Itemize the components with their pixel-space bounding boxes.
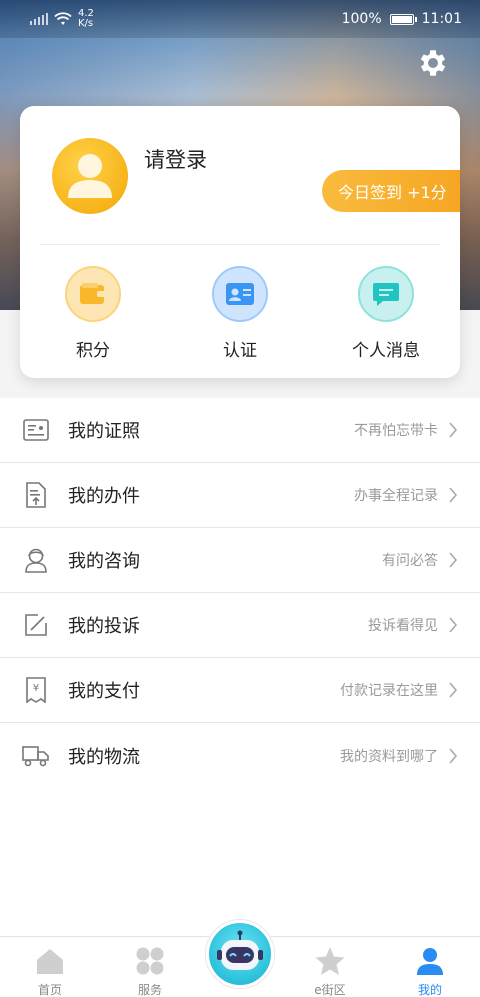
speed-unit: K/s: [78, 18, 94, 29]
divider: [40, 244, 440, 245]
user-icon: [400, 945, 460, 977]
quick-action-verify[interactable]: 认证: [180, 266, 300, 361]
user-avatar-icon: [68, 154, 112, 198]
star-icon: [300, 945, 360, 977]
menu-label: 我的物流: [68, 746, 140, 768]
home-icon: [20, 945, 80, 977]
nav-mine[interactable]: 我的: [400, 945, 460, 997]
robot-assistant-button[interactable]: [206, 920, 274, 988]
menu-list: 我的证照 不再怕忘带卡 我的办件 办事全程记录 我的咨询 有问必答 我的投诉 投…: [0, 398, 480, 788]
menu-item-complaint[interactable]: 我的投诉 投诉看得见: [0, 593, 480, 658]
nav-home[interactable]: 首页: [20, 945, 80, 997]
menu-hint: 不再怕忘带卡: [354, 423, 438, 439]
quick-action-messages[interactable]: 个人消息: [326, 266, 446, 361]
avatar[interactable]: [52, 138, 128, 214]
message-icon: [358, 266, 414, 322]
menu-item-consult[interactable]: 我的咨询 有问必答: [0, 528, 480, 593]
menu-hint: 我的资料到哪了: [340, 748, 438, 765]
menu-hint: 付款记录在这里: [340, 683, 438, 699]
signal-icon: [30, 13, 48, 25]
chevron-right-icon: [449, 682, 458, 698]
nav-services[interactable]: 服务: [120, 945, 180, 997]
menu-label: 我的办件: [68, 486, 140, 507]
quick-action-label: 积分: [76, 341, 110, 361]
chevron-right-icon: [449, 422, 458, 438]
menu-item-logistics[interactable]: 我的物流 我的资料到哪了: [0, 723, 480, 788]
chevron-right-icon: [449, 552, 458, 568]
truck-icon: [22, 742, 50, 770]
content-fill: [0, 788, 480, 936]
payment-icon: ¥: [22, 676, 50, 704]
menu-label: 我的证照: [68, 421, 140, 442]
id-card-icon: [212, 266, 268, 322]
gear-icon[interactable]: [416, 46, 450, 80]
battery-percent: 100%: [341, 11, 382, 27]
status-right: 100% 11:01: [342, 11, 462, 27]
menu-label: 我的投诉: [68, 616, 140, 637]
checkin-button[interactable]: 今日签到 +1分: [322, 170, 460, 212]
quick-action-label: 认证: [223, 341, 257, 361]
chevron-right-icon: [449, 487, 458, 503]
license-icon: [22, 416, 50, 444]
chevron-right-icon: [449, 747, 458, 764]
network-speed: 4.2 K/s: [78, 9, 94, 29]
nav-label: 首页: [37, 983, 62, 997]
profile-card: 请登录 今日签到 +1分 积分 认证 个人消息: [20, 106, 460, 378]
nav-label: 服务: [137, 983, 162, 997]
chevron-right-icon: [449, 617, 458, 633]
menu-item-cases[interactable]: 我的办件 办事全程记录: [0, 463, 480, 528]
svg-text:¥: ¥: [33, 683, 39, 694]
menu-item-license[interactable]: 我的证照 不再怕忘带卡: [0, 398, 480, 463]
quick-action-label: 个人消息: [352, 341, 420, 361]
services-icon: [120, 945, 180, 977]
nav-label: 我的: [417, 983, 442, 997]
edit-icon: [22, 611, 50, 639]
login-prompt[interactable]: 请登录: [144, 144, 207, 174]
nav-estreet[interactable]: e街区: [300, 945, 360, 997]
menu-hint: 投诉看得见: [368, 618, 438, 634]
robot-icon: [217, 930, 263, 970]
menu-item-payment[interactable]: ¥ 我的支付 付款记录在这里: [0, 658, 480, 723]
battery-icon: [389, 13, 417, 25]
menu-label: 我的咨询: [68, 551, 140, 572]
status-left: 4.2 K/s: [30, 9, 94, 29]
consult-icon: [22, 546, 50, 574]
menu-hint: 办事全程记录: [354, 488, 438, 504]
clock: 11:01: [421, 11, 462, 27]
wifi-icon: [54, 12, 72, 25]
quick-action-points[interactable]: 积分: [33, 266, 153, 361]
document-icon: [22, 481, 50, 509]
wallet-icon: [65, 266, 121, 322]
menu-label: 我的支付: [68, 681, 140, 702]
nav-label: e街区: [314, 983, 346, 997]
menu-hint: 有问必答: [382, 553, 438, 569]
status-bar: 4.2 K/s 100% 11:01: [0, 0, 480, 38]
